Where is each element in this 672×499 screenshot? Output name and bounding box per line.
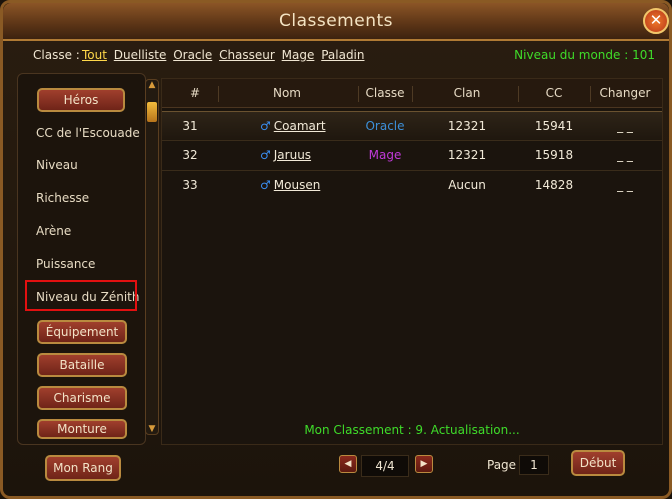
changer-cell: _ _: [617, 148, 633, 162]
table-row[interactable]: 33 ♂ Mousen Aucun 14828 _ _: [162, 171, 662, 199]
clan-cell: 12321: [447, 148, 487, 162]
sidebar-item-puissance[interactable]: Puissance: [36, 257, 95, 271]
page-input[interactable]: [519, 455, 549, 475]
player-name[interactable]: Jaruus: [274, 148, 311, 162]
sidebar-scrollbar[interactable]: ▲ ▼: [145, 79, 159, 435]
class-link-tout[interactable]: Tout: [82, 48, 107, 62]
class-link-duelliste[interactable]: Duelliste: [114, 48, 167, 62]
class-link-chasseur[interactable]: Chasseur: [219, 48, 275, 62]
header-classe: Classe: [365, 86, 405, 100]
close-icon[interactable]: ✕: [643, 8, 669, 34]
classe-cell: Mage: [368, 148, 402, 162]
world-level: Niveau du monde : 101: [514, 48, 655, 62]
table-row[interactable]: 32 ♂ Jaruus Mage 12321 15918 _ _: [162, 141, 662, 169]
bataille-button[interactable]: Bataille: [37, 353, 127, 377]
mon-rang-button[interactable]: Mon Rang: [45, 455, 121, 481]
cc-cell: 15941: [534, 119, 574, 133]
name-cell[interactable]: ♂ Mousen: [260, 178, 350, 192]
player-name[interactable]: Coamart: [274, 119, 326, 133]
sidebar-item-arene[interactable]: Arène: [36, 224, 71, 238]
male-icon: ♂: [260, 178, 271, 192]
sidebar-item-niveau[interactable]: Niveau: [36, 158, 78, 172]
next-page-icon[interactable]: ▶: [415, 455, 433, 473]
cc-cell: 14828: [534, 178, 574, 192]
category-sidebar: Héros CC de l'Escouade Niveau Richesse A…: [17, 73, 146, 445]
player-name[interactable]: Mousen: [274, 178, 321, 192]
scroll-up-icon[interactable]: ▲: [146, 80, 158, 90]
clan-cell: Aucun: [448, 178, 486, 192]
header-clan: Clan: [453, 86, 481, 100]
page-label: Page: [487, 458, 517, 472]
scroll-thumb[interactable]: [147, 102, 157, 122]
prev-page-icon[interactable]: ◀: [339, 455, 357, 473]
name-cell[interactable]: ♂ Coamart: [260, 119, 350, 133]
class-filter-label: Classe :: [33, 48, 80, 62]
class-link-oracle[interactable]: Oracle: [173, 48, 212, 62]
clan-cell: 12321: [447, 119, 487, 133]
header-name: Nom: [272, 86, 301, 100]
class-link-paladin[interactable]: Paladin: [321, 48, 364, 62]
title-bar: Classements ✕: [3, 3, 669, 41]
cc-cell: 15918: [534, 148, 574, 162]
name-cell[interactable]: ♂ Jaruus: [260, 148, 350, 162]
scroll-down-icon[interactable]: ▼: [146, 424, 158, 434]
debut-button[interactable]: Début: [571, 450, 625, 476]
rank-cell: 31: [182, 119, 198, 133]
charisme-button[interactable]: Charisme: [37, 386, 127, 410]
equipement-button[interactable]: Équipement: [37, 320, 127, 344]
window-title: Classements: [279, 11, 393, 31]
table-header: # Nom Classe Clan CC Changer: [162, 79, 662, 108]
changer-cell: _ _: [617, 178, 633, 192]
rank-cell: 32: [182, 148, 198, 162]
sidebar-item-richesse[interactable]: Richesse: [36, 191, 89, 205]
monture-button[interactable]: Monture: [37, 419, 127, 439]
sidebar-item-cc-escouade[interactable]: CC de l'Escouade: [36, 126, 140, 140]
male-icon: ♂: [260, 148, 271, 162]
header-cc: CC: [545, 86, 563, 100]
highlight-box: [25, 280, 137, 311]
rank-cell: 33: [182, 178, 198, 192]
male-icon: ♂: [260, 119, 271, 133]
heros-button[interactable]: Héros: [37, 88, 125, 112]
my-ranking-status: Mon Classement : 9. Actualisation...: [304, 423, 520, 437]
class-link-mage[interactable]: Mage: [282, 48, 315, 62]
class-filter-links: Tout Duelliste Oracle Chasseur Mage Pala…: [82, 48, 368, 62]
bottom-bar: Mon Rang ◀ 4/4 ▶ Page Début: [3, 447, 669, 495]
header-changer: Changer: [599, 86, 651, 100]
class-filter-bar: Classe : Tout Duelliste Oracle Chasseur …: [3, 43, 669, 67]
header-rank: #: [189, 86, 201, 100]
ranking-table: # Nom Classe Clan CC Changer 31 ♂ Coamart…: [161, 78, 663, 445]
ranking-window: Classements ✕ Classe : Tout Duelliste Or…: [0, 0, 672, 499]
changer-cell: _ _: [617, 119, 633, 133]
table-row[interactable]: 31 ♂ Coamart Oracle 12321 15941 _ _: [162, 111, 662, 141]
classe-cell: Oracle: [365, 119, 405, 133]
page-indicator: 4/4: [361, 455, 409, 477]
